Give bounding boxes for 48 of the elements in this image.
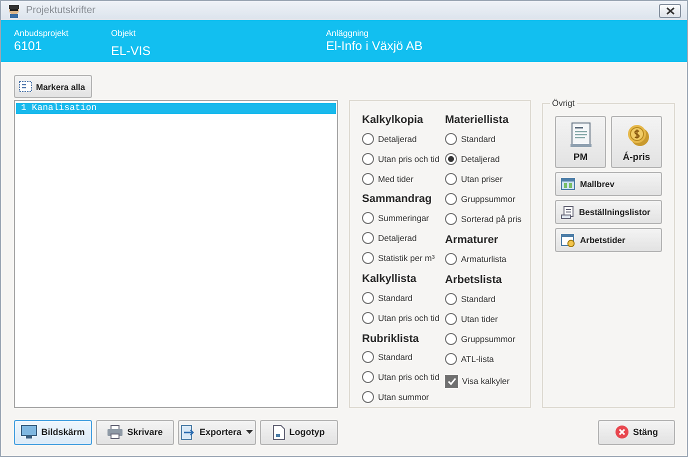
- radio-option[interactable]: Summeringar: [362, 208, 445, 228]
- section-heading: Kalkyllista: [362, 272, 418, 287]
- large-button[interactable]: Á-pris: [611, 116, 662, 168]
- radio-option[interactable]: Detaljerad: [362, 129, 445, 149]
- section-heading: Armaturer: [445, 233, 500, 248]
- section-heading: Materiellista: [445, 113, 510, 128]
- select-all-button[interactable]: Markera alla: [14, 75, 92, 98]
- field-value: El-Info i Växjö AB: [326, 39, 423, 53]
- window-title: Projektutskrifter: [26, 5, 96, 16]
- radio-option[interactable]: Detaljerad: [445, 149, 530, 169]
- radio-option[interactable]: Utan pris och tid: [362, 148, 445, 169]
- field-label: Anläggning: [326, 28, 370, 38]
- radio-option[interactable]: Utan priser: [445, 169, 530, 189]
- radio-option[interactable]: Standard: [362, 288, 445, 308]
- group-title: Övrigt: [550, 98, 577, 108]
- radio-option[interactable]: Utan pris och tid: [362, 308, 445, 328]
- footer-button[interactable]: Skrivare: [96, 420, 174, 444]
- radio-option[interactable]: Med tider: [362, 168, 445, 188]
- checkbox-option[interactable]: Visa kalkyler: [445, 369, 530, 393]
- section-heading: Rubriklista: [362, 332, 420, 346]
- radio-option[interactable]: Standard: [445, 289, 530, 309]
- radio-option[interactable]: Gruppsummor: [445, 329, 530, 349]
- section-heading: Arbetslista: [445, 273, 503, 288]
- report-button[interactable]: Mallbrev: [555, 172, 662, 196]
- footer-button[interactable]: Bildskärm: [14, 420, 92, 444]
- radio-option[interactable]: Utan tider: [445, 309, 530, 329]
- section-heading: Sammandrag: [362, 192, 433, 208]
- radio-option[interactable]: Detaljerad: [362, 228, 445, 248]
- close-dialog-button[interactable]: Stäng: [598, 420, 675, 444]
- radio-option[interactable]: Sorterad på pris: [445, 209, 530, 229]
- footer-button[interactable]: Exportera: [178, 420, 256, 444]
- field-label: Objekt: [111, 28, 137, 38]
- field-value: EL-VIS: [111, 44, 152, 58]
- radio-option[interactable]: Standard: [362, 348, 445, 368]
- radio-option[interactable]: Utan summor: [362, 387, 445, 407]
- large-button[interactable]: PM: [555, 116, 606, 168]
- radio-option[interactable]: Statistik per m³: [362, 248, 445, 268]
- field-value: 6101: [14, 39, 43, 53]
- radio-option[interactable]: ATL-lista: [445, 349, 530, 369]
- radio-option[interactable]: Gruppsummor: [445, 189, 530, 209]
- footer-button[interactable]: Logotyp: [260, 420, 338, 444]
- field-label: Anbudsprojekt: [14, 28, 70, 38]
- radio-option[interactable]: Armaturlista: [445, 249, 530, 269]
- report-button[interactable]: Arbetstider: [555, 228, 662, 252]
- radio-option[interactable]: Standard: [445, 129, 530, 149]
- report-button[interactable]: Beställningslistor: [555, 200, 662, 224]
- section-heading: Kalkylkopia: [362, 113, 424, 128]
- radio-option[interactable]: Utan pris och tid: [362, 367, 445, 388]
